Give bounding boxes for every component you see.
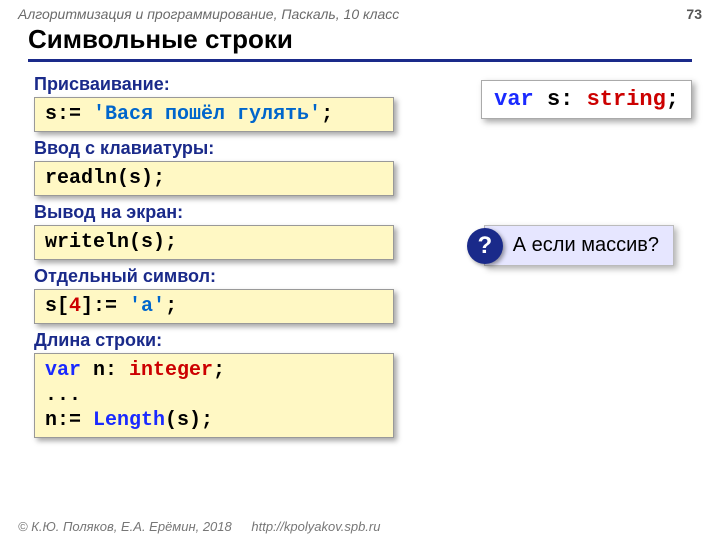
label-output: Вывод на экран: bbox=[34, 202, 692, 223]
copyright: © К.Ю. Поляков, Е.А. Ерёмин, 2018 bbox=[18, 519, 232, 534]
footer-url: http://kpolyakov.spb.ru bbox=[251, 519, 380, 534]
code-char: s[4]:= 'a'; bbox=[34, 289, 394, 324]
code-assignment: s:= 'Вася пошёл гулять'; bbox=[34, 97, 394, 132]
var-declaration-box: var s: string; bbox=[481, 80, 692, 119]
code-input: readln(s); bbox=[34, 161, 394, 196]
slide-footer: © К.Ю. Поляков, Е.А. Ерёмин, 2018 http:/… bbox=[18, 519, 380, 534]
label-input: Ввод с клавиатуры: bbox=[34, 138, 692, 159]
type-string: string bbox=[587, 87, 666, 112]
slide-title: Символьные строки bbox=[28, 24, 692, 62]
code-output: writeln(s); bbox=[34, 225, 394, 260]
label-length: Длина строки: bbox=[34, 330, 692, 351]
keyword-var: var bbox=[494, 87, 534, 112]
callout-note: ? А если массив? bbox=[484, 225, 674, 266]
slide-header: Алгоритмизация и программирование, Паска… bbox=[0, 0, 720, 22]
course-name: Алгоритмизация и программирование, Паска… bbox=[18, 6, 399, 22]
question-icon: ? bbox=[467, 228, 503, 264]
page-number: 73 bbox=[686, 6, 702, 22]
code-length: var n: integer; ... n:= Length(s); bbox=[34, 353, 394, 438]
label-char: Отдельный символ: bbox=[34, 266, 692, 287]
note-text: А если массив? bbox=[513, 234, 659, 256]
